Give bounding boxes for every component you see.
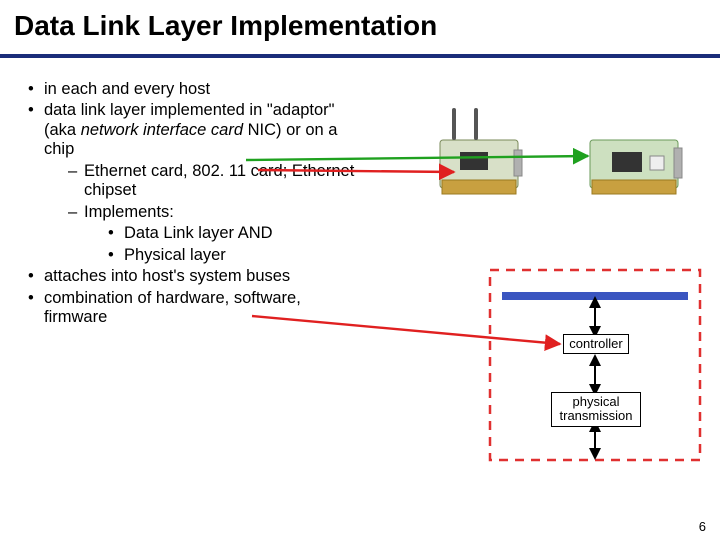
list-item: data link layer implemented in "adaptor"… [28,101,368,265]
bullet-text: combination of hardware, software, firmw… [44,289,301,326]
bullet-text: Data Link layer AND [124,224,273,242]
bullet-text: Implements: [84,203,174,221]
bullet-text: Physical layer [124,246,226,264]
bullet-text: attaches into host's system buses [44,267,290,285]
list-item: Implements: Data Link layer AND Physical… [68,203,368,265]
bullet-text: Ethernet card, 802. 11 card; Ethernet ch… [84,162,354,199]
list-item: attaches into host's system buses [28,267,368,286]
bullet-emphasis: network interface card [81,121,243,139]
nic-figure: controller physical transmission [420,100,710,480]
list-item: Ethernet card, 802. 11 card; Ethernet ch… [68,162,368,201]
list-item: in each and every host [28,80,368,99]
page-number: 6 [699,519,706,534]
list-item: Data Link layer AND [108,224,368,243]
physical-label: physical transmission [551,392,641,427]
bullet-list: in each and every host data link layer i… [28,80,368,330]
controller-label: controller [563,334,629,354]
bus-bar [502,292,688,300]
title-rule [0,54,720,58]
list-item: combination of hardware, software, firmw… [28,289,368,328]
slide-title: Data Link Layer Implementation [14,10,437,42]
list-item: Physical layer [108,246,368,265]
bullet-text: in each and every host [44,80,210,98]
ethernet-nic-icon [590,140,682,194]
wireless-nic-icon [440,110,522,194]
